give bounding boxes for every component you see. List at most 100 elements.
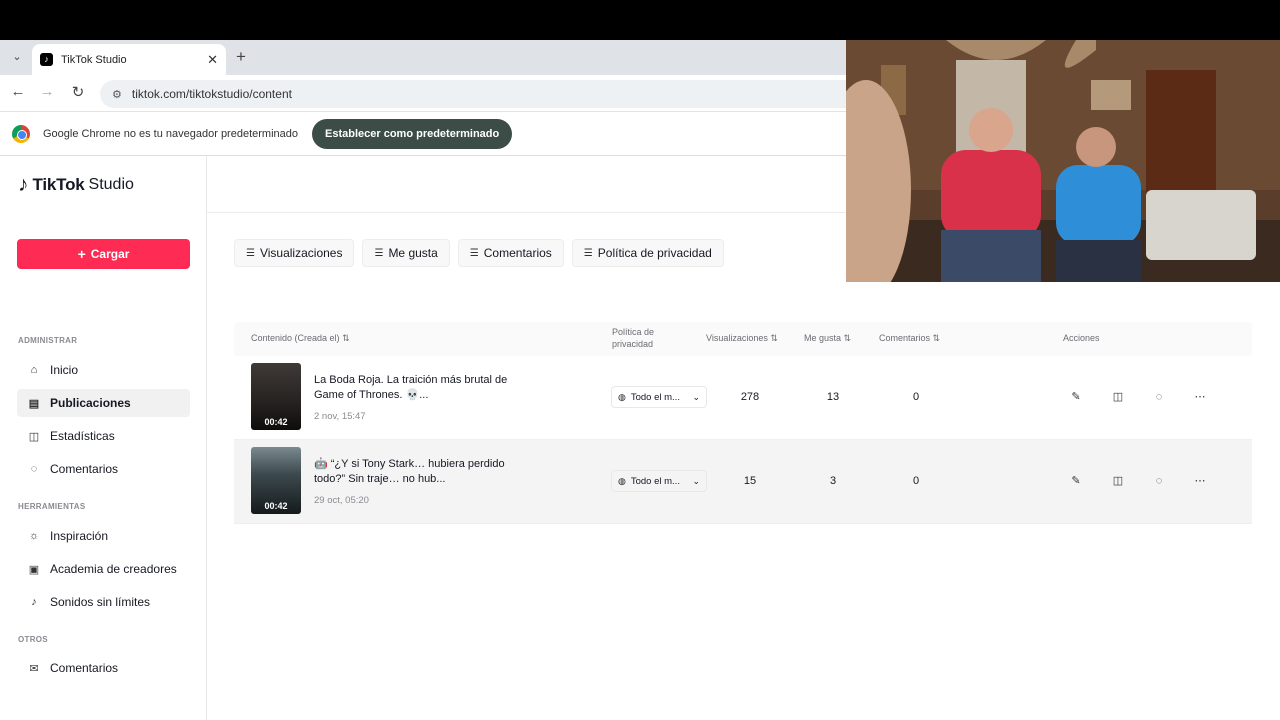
header-views[interactable]: Visualizaciones ⇅ [706,333,778,344]
video-date: 29 oct, 05:20 [314,495,369,506]
filter-privacy[interactable]: ☰ Política de privacidad [571,239,724,267]
filter-icon: ☰ [469,247,479,259]
filter-label: Política de privacidad [597,246,712,260]
sidebar-item-label: Academia de creadores [50,562,177,576]
analytics-icon: ◫ [28,430,40,443]
privacy-select[interactable]: ◍ Todo el m... ⌄ [611,470,707,492]
sidebar-item-inspiracion[interactable]: ☼ Inspiración [17,522,190,550]
new-tab-icon[interactable]: + [236,47,246,67]
address-bar[interactable]: ⚙ tiktok.com/tiktokstudio/content [100,80,860,108]
music-note-icon: ♪ [31,596,37,608]
analytics-icon[interactable]: ◫ [1107,470,1129,492]
globe-icon: ◍ [618,391,626,402]
tiktok-favicon-icon: ♪ [40,53,53,66]
sidebar-item-label: Comentarios [50,661,119,675]
section-others: OTROS [18,635,48,644]
filter-bar: ☰ Visualizaciones ☰ Me gusta ☰ Comentarios … [234,239,724,267]
sidebar-item-label: Inspiración [50,529,109,543]
logo-brand: TikTok [32,175,85,194]
lightbulb-icon: ☼ [28,530,40,542]
table-row[interactable]: 00:42 🤖 “¿Y si Tony Stark… hubiera perdi… [234,440,1252,524]
sidebar-item-sonidos[interactable]: ♪ Sonidos sin límites [17,588,190,616]
table-header: Contenido (Creada el) ⇅ Política de priv… [234,322,1252,356]
tab-search-icon[interactable]: ⌄ [8,48,26,66]
header-content[interactable]: Contenido (Creada el) ⇅ [251,333,350,344]
sidebar-item-comentarios[interactable]: ◌ Comentarios [17,455,190,483]
close-tab-icon[interactable]: ✕ [207,52,218,68]
top-black-band [0,0,1280,40]
privacy-value: Todo el m... [630,475,680,487]
sidebar-item-inicio[interactable]: ⌂ Inicio [17,356,190,384]
filter-views[interactable]: ☰ Visualizaciones [234,239,355,267]
set-default-button[interactable]: Establecer como predeterminado [312,118,513,149]
header-actions: Acciones [1063,333,1100,343]
sidebar-item-label: Estadísticas [50,429,115,443]
filter-icon: ☰ [246,247,255,259]
filter-label: Comentarios [483,246,552,260]
filter-likes[interactable]: ☰ Me gusta [362,239,450,267]
section-admin: ADMINISTRAR [18,336,78,345]
sidebar: ♪ TikTok Studio + Cargar ADMINISTRAR ⌂ I… [0,156,207,720]
forward-icon[interactable]: → [37,83,57,100]
sidebar-item-label: Publicaciones [50,396,131,410]
filter-comments[interactable]: ☰ Comentarios [457,239,564,267]
browser-window: ⌄ ♪ TikTok Studio ✕ + ← → ↻ ⚙ tiktok.com… [0,40,1280,720]
views-count: 278 [740,391,760,403]
academy-icon: ▣ [28,563,40,576]
edit-icon[interactable]: ✎ [1065,386,1087,408]
header-label: Visualizaciones [706,333,768,343]
privacy-value: Todo el m... [630,391,680,403]
infobar-text: Google Chrome no es tu navegador predete… [43,127,298,140]
more-options-icon[interactable]: ⋯ [1189,386,1211,408]
url-text: tiktok.com/tiktokstudio/content [131,87,292,101]
edit-icon[interactable]: ✎ [1065,470,1087,492]
video-title[interactable]: La Boda Roja. La traición más brutal de … [314,373,514,403]
sidebar-item-publicaciones[interactable]: ▤ Publicaciones [17,389,190,417]
comments-count: 0 [912,475,920,487]
mail-icon: ✉ [29,662,39,675]
sidebar-item-academia[interactable]: ▣ Academia de creadores [17,555,190,583]
tiktok-studio-logo[interactable]: ♪ TikTok Studio [18,173,134,197]
header-label: Me gusta [804,333,842,343]
section-tools: HERRAMIENTAS [18,502,86,511]
globe-icon: ◍ [618,475,626,486]
more-options-icon[interactable]: ⋯ [1189,470,1211,492]
chrome-logo-icon [12,124,30,143]
tab-title: TikTok Studio [61,53,127,66]
tab-tiktok-studio[interactable]: ♪ TikTok Studio ✕ [32,44,226,75]
video-title[interactable]: 🤖 “¿Y si Tony Stark… hubiera perdido tod… [314,457,514,487]
video-thumbnail[interactable]: 00:42 [251,363,301,430]
header-label: Contenido (Creada el) [251,333,340,343]
comment-icon[interactable]: ◌ [1148,470,1170,492]
sidebar-item-label: Inicio [50,363,79,377]
plus-icon: + [77,246,86,262]
sidebar-item-estadisticas[interactable]: ◫ Estadísticas [17,422,190,450]
comment-icon[interactable]: ◌ [1148,386,1170,408]
header-likes[interactable]: Me gusta ⇅ [804,333,851,344]
filter-label: Visualizaciones [259,246,343,260]
tiktok-note-icon: ♪ [18,173,29,196]
header-privacy: Política de privacidad [612,327,655,349]
home-icon: ⌂ [30,364,38,376]
table-row[interactable]: 00:42 La Boda Roja. La traición más brut… [234,356,1252,440]
back-icon[interactable]: ← [8,83,28,100]
site-settings-icon[interactable]: ⚙ [112,88,122,101]
webcam-overlay [846,40,1280,282]
chevron-down-icon: ⌄ [692,475,700,486]
chevron-down-icon: ⌄ [692,391,700,402]
privacy-select[interactable]: ◍ Todo el m... ⌄ [611,386,707,408]
sidebar-item-comentarios-otros[interactable]: ✉ Comentarios [17,654,190,682]
header-label: Comentarios [879,333,931,343]
video-duration: 00:42 [264,417,288,427]
comment-icon: ◌ [30,463,38,475]
video-thumbnail[interactable]: 00:42 [251,447,301,514]
sidebar-item-label: Comentarios [50,462,119,476]
video-date: 2 nov, 15:47 [314,411,366,422]
posts-table: Contenido (Creada el) ⇅ Política de priv… [234,322,1252,524]
sidebar-item-label: Sonidos sin límites [50,595,151,609]
upload-button[interactable]: + Cargar [17,239,190,269]
analytics-icon[interactable]: ◫ [1107,386,1129,408]
header-comments[interactable]: Comentarios ⇅ [879,333,940,344]
webcam-scene-image [846,40,1280,282]
reload-icon[interactable]: ↻ [68,83,88,101]
